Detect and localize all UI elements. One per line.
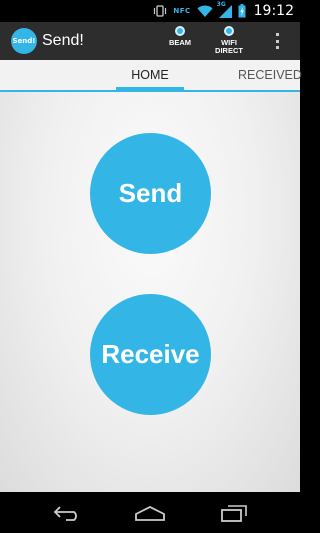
tab-received[interactable]: RECEIVED bbox=[238, 60, 308, 90]
recent-apps-icon[interactable] bbox=[217, 502, 251, 524]
wifi-direct-indicator-icon bbox=[224, 26, 234, 36]
main-content: Send Receive bbox=[0, 92, 300, 492]
tab-received-label: RECEIVED bbox=[238, 68, 302, 82]
signal-icon: 3G bbox=[217, 1, 232, 18]
send-button[interactable]: Send bbox=[90, 133, 211, 254]
home-icon[interactable] bbox=[133, 502, 167, 524]
wifi-direct-label-line2: DIRECT bbox=[215, 46, 243, 55]
app-logo[interactable]: Send! bbox=[11, 28, 37, 54]
network-type-label: 3G bbox=[216, 0, 226, 8]
beam-indicator-icon bbox=[175, 26, 185, 36]
overflow-menu-icon[interactable] bbox=[276, 33, 280, 49]
back-icon[interactable] bbox=[50, 502, 84, 524]
app-title: Send! bbox=[42, 32, 84, 49]
wifi-icon bbox=[197, 5, 213, 18]
battery-icon bbox=[238, 4, 246, 18]
wifi-direct-label: WIFI DIRECT bbox=[215, 39, 243, 55]
nfc-icon: NFC bbox=[173, 7, 191, 15]
tab-strip: HOME RECEIVED bbox=[0, 60, 302, 92]
status-clock: 19:12 bbox=[253, 3, 294, 19]
receive-button[interactable]: Receive bbox=[90, 294, 211, 415]
vibrate-icon bbox=[153, 4, 167, 18]
beam-button[interactable]: BEAM bbox=[160, 26, 200, 47]
navigation-bar bbox=[0, 492, 300, 533]
beam-label: BEAM bbox=[168, 38, 192, 47]
tab-home[interactable]: HOME bbox=[116, 60, 184, 91]
tab-home-label: HOME bbox=[131, 68, 169, 82]
wifi-direct-button[interactable]: WIFI DIRECT bbox=[209, 26, 249, 55]
status-bar: NFC 3G 19:12 bbox=[0, 0, 300, 22]
tab-selected-indicator bbox=[116, 87, 184, 91]
action-bar: Send! Send! BEAM WIFI DIRECT bbox=[0, 22, 300, 60]
